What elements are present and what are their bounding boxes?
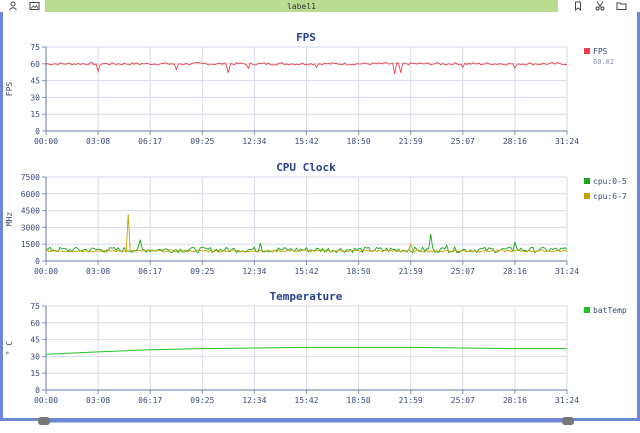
x-tick-label: 06:17 [138, 396, 162, 405]
x-tick-label: 12:34 [242, 267, 266, 276]
y-tick-label: 1500 [21, 240, 40, 249]
chart-title: Temperature [270, 290, 343, 303]
legend-value: 60.02 [593, 58, 614, 66]
legend-swatch [584, 178, 590, 184]
y-tick-label: 0 [35, 257, 40, 266]
legend-swatch [584, 307, 590, 313]
x-tick-label: 25:07 [451, 396, 475, 405]
range-slider-handle-right[interactable] [562, 417, 574, 425]
x-tick-label: 00:00 [34, 396, 58, 405]
x-tick-label: 18:50 [347, 267, 371, 276]
legend-label: FPS [593, 47, 608, 56]
x-tick-label: 31:24 [555, 267, 579, 276]
x-tick-label: 03:08 [86, 267, 110, 276]
x-tick-label: 12:34 [242, 137, 266, 146]
x-tick-label: 00:00 [34, 267, 58, 276]
x-tick-label: 28:16 [503, 267, 527, 276]
y-tick-label: 0 [35, 127, 40, 136]
charts-canvas: FPS 0 15 30 45 60 75 00:00 03:08 06:17 09:25 12:34 1… [5, 31, 627, 425]
y-tick-label: 75 [30, 43, 40, 52]
x-tick-label: 03:08 [86, 137, 110, 146]
y-tick-label: 45 [30, 336, 40, 345]
y-tick-label: 60 [30, 60, 40, 69]
y-tick-label: 75 [30, 302, 40, 311]
x-tick-label: 06:17 [138, 267, 162, 276]
y-tick-label: 4500 [21, 207, 40, 216]
y-axis-label: ° C [5, 341, 14, 356]
x-tick-label: 09:25 [190, 396, 214, 405]
legend-label: cpu:0-5 [593, 177, 627, 186]
x-tick-label: 21:59 [399, 267, 423, 276]
y-tick-label: 30 [30, 352, 40, 361]
x-tick-label: 21:59 [399, 396, 423, 405]
x-tick-label: 28:16 [503, 137, 527, 146]
x-tick-label: 31:24 [555, 137, 579, 146]
legend-label: batTemp [593, 306, 627, 315]
x-tick-label: 09:25 [190, 267, 214, 276]
y-tick-label: 45 [30, 77, 40, 86]
chart-title: CPU Clock [276, 161, 336, 174]
x-tick-label: 00:00 [34, 137, 58, 146]
y-tick-label: 6000 [21, 190, 40, 199]
range-slider-handle-left[interactable] [38, 417, 50, 425]
x-tick-label: 06:17 [138, 137, 162, 146]
x-tick-label: 18:50 [347, 137, 371, 146]
x-tick-label: 15:42 [294, 137, 318, 146]
x-tick-label: 25:07 [451, 267, 475, 276]
y-tick-label: 3000 [21, 223, 40, 232]
legend-label: cpu:6-7 [593, 192, 627, 201]
x-tick-label: 12:34 [242, 396, 266, 405]
chart-title: FPS [296, 31, 316, 44]
x-tick-label: 18:50 [347, 396, 371, 405]
x-tick-label: 09:25 [190, 137, 214, 146]
y-tick-label: 30 [30, 93, 40, 102]
x-tick-label: 28:16 [503, 396, 527, 405]
y-tick-label: 15 [30, 369, 40, 378]
legend-swatch [584, 193, 590, 199]
y-axis-label: MHz [5, 212, 14, 227]
x-tick-label: 03:08 [86, 396, 110, 405]
y-tick-label: 15 [30, 110, 40, 119]
y-tick-label: 7500 [21, 173, 40, 182]
y-axis-label: FPS [5, 82, 14, 97]
y-tick-label: 0 [35, 386, 40, 395]
x-tick-label: 15:42 [294, 396, 318, 405]
x-tick-label: 31:24 [555, 396, 579, 405]
legend-swatch [584, 48, 590, 54]
x-tick-label: 21:59 [399, 137, 423, 146]
y-tick-label: 60 [30, 319, 40, 328]
x-tick-label: 15:42 [294, 267, 318, 276]
x-tick-label: 25:07 [451, 137, 475, 146]
